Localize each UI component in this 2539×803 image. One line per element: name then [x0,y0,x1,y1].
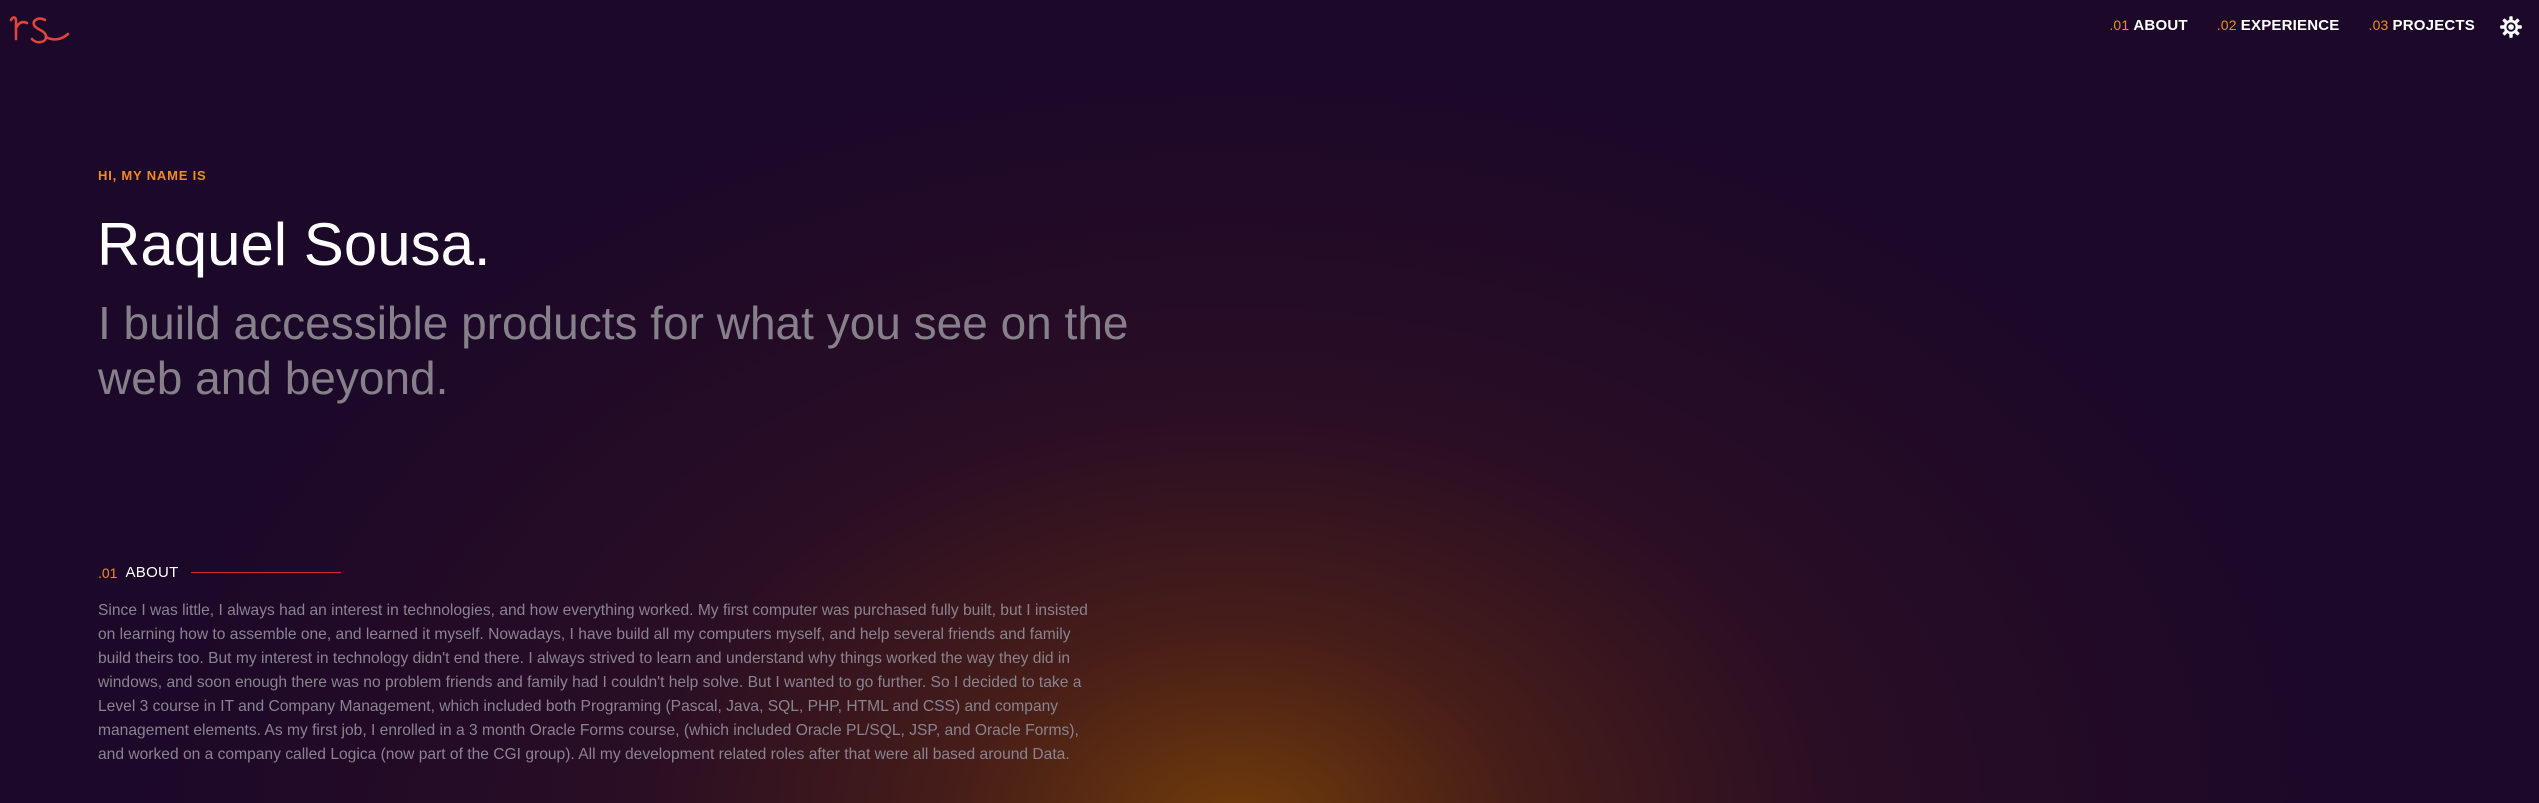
nav-item-experience[interactable]: .02 EXPERIENCE [2217,17,2340,34]
nav-item-label: EXPERIENCE [2240,17,2340,34]
section-divider-line [190,572,341,573]
rs-signature-logo-icon [9,16,70,44]
hero-tagline: I build accessible products for what you… [98,297,1129,404]
about-paragraph: Since I was little, I always had an inte… [98,602,1088,763]
section-number: .01 [98,564,118,581]
hero-name: Raquel Sousa. [97,211,491,278]
gear-sun-icon [2500,16,2522,38]
theme-toggle-button[interactable] [2499,15,2523,39]
nav-item-number: .03 [2368,17,2389,33]
hero-greeting: HI, MY NAME IS [98,168,207,183]
nav-item-about[interactable]: .01 ABOUT [2109,17,2187,34]
rs-logo[interactable] [7,8,71,48]
main-nav: .01 ABOUT .02 EXPERIENCE .03 PROJECTS [2109,17,2475,34]
nav-item-number: .01 [2109,17,2130,33]
section-title: ABOUT [125,564,179,581]
nav-item-number: .02 [2216,17,2237,33]
nav-item-projects[interactable]: .03 PROJECTS [2368,17,2475,34]
nav-item-label: ABOUT [2133,17,2188,34]
about-section-heading: .01 ABOUT [98,564,341,581]
nav-item-label: PROJECTS [2392,17,2475,34]
